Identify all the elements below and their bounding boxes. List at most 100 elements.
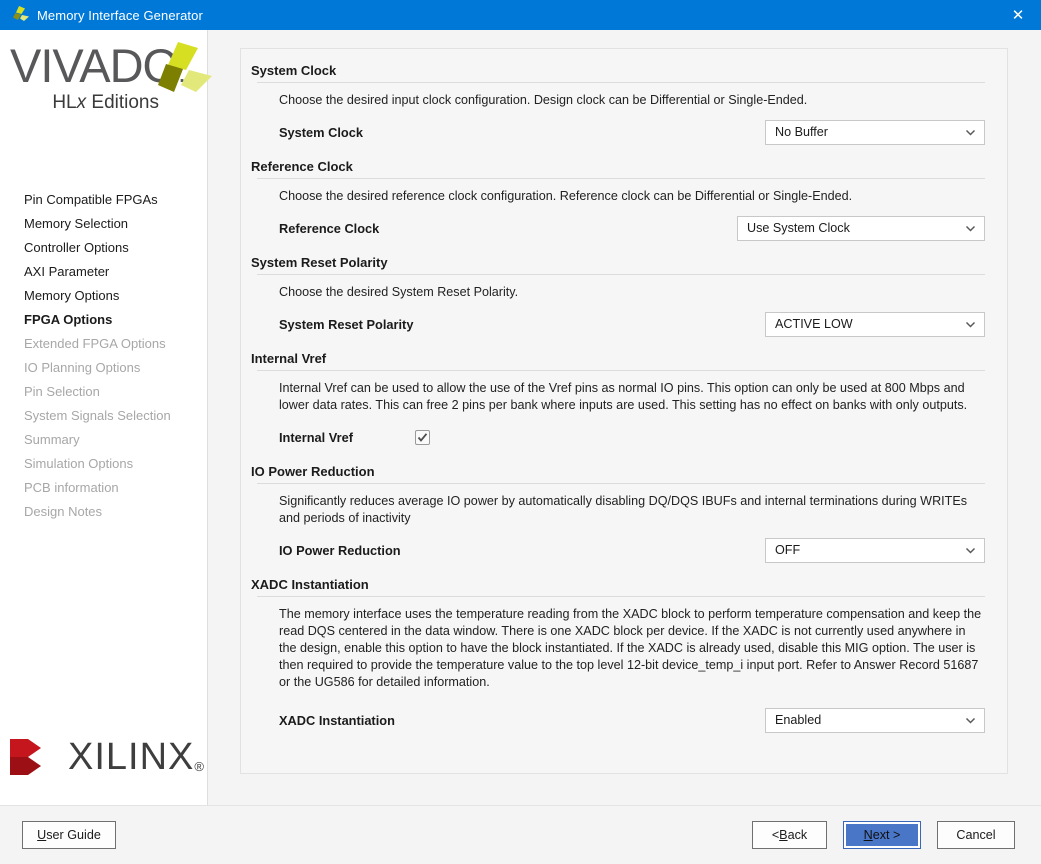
vivado-subtitle-pre: HL (52, 92, 77, 113)
field-label-io-power-reduction: IO Power Reduction (279, 542, 401, 558)
select-value-xadc-instantiation: Enabled (775, 713, 822, 727)
sidebar-item-simulation-options: Simulation Options (24, 456, 134, 471)
user-guide-accel: U (37, 828, 47, 842)
field-control-internal-vref (414, 429, 430, 445)
checkbox-internal-vref[interactable] (414, 429, 430, 445)
xilinx-wordmark: XILINX® (68, 738, 205, 776)
sidebar-item-pcb-information: PCB information (24, 480, 119, 495)
section-description-xadc-instantiation: The memory interface uses the temperatur… (279, 607, 982, 689)
window-body: VIVADO. HLx Editions Pin Compatible FPGA… (0, 30, 1041, 805)
field-control-xadc-instantiation: Enabled (765, 707, 985, 733)
window-titlebar: Memory Interface Generator ✕ (0, 0, 1041, 30)
next-accel: N (863, 828, 873, 842)
sidebar-item-memory-selection[interactable]: Memory Selection (0, 212, 207, 236)
chevron-down-icon (964, 222, 977, 235)
cancel-button[interactable]: Cancel (937, 821, 1015, 849)
window-title: Memory Interface Generator (37, 7, 203, 23)
section-description-reference-clock: Choose the desired reference clock confi… (279, 189, 853, 203)
select-io-power-reduction[interactable]: OFF (765, 537, 985, 563)
wizard-sidebar: VIVADO. HLx Editions Pin Compatible FPGA… (0, 30, 212, 805)
section-title-system-reset-polarity: System Reset Polarity (251, 255, 388, 270)
field-control-io-power-reduction: OFF (765, 537, 985, 563)
field-label-internal-vref: Internal Vref (279, 429, 353, 445)
section-body-xadc-instantiation: The memory interface uses the temperatur… (249, 597, 991, 733)
field-system-clock: System Clock No Buffer (279, 119, 985, 145)
section-system-clock: System Clock Choose the desired input cl… (249, 63, 991, 145)
section-body-reference-clock: Choose the desired reference clock confi… (249, 179, 991, 241)
field-xadc-instantiation: XADC Instantiation Enabled (279, 707, 985, 733)
user-guide-post: ser Guide (46, 828, 101, 842)
user-guide-button[interactable]: User Guide (22, 821, 116, 849)
footer-actions: < Back Next > Cancel (752, 821, 1015, 849)
section-reference-clock: Reference Clock Choose the desired refer… (249, 159, 991, 241)
sidebar-item-io-planning-options: IO Planning Options (24, 360, 141, 375)
field-reference-clock: Reference Clock Use System Clock (279, 215, 985, 241)
select-value-system-clock: No Buffer (775, 125, 828, 139)
section-body-internal-vref: Internal Vref can be used to allow the u… (249, 371, 991, 450)
back-post: ack (787, 828, 808, 842)
section-internal-vref: Internal Vref Internal Vref can be used … (249, 351, 991, 450)
section-description-internal-vref: Internal Vref can be used to allow the u… (279, 381, 968, 412)
sidebar-item-fpga-options[interactable]: FPGA Options (0, 308, 207, 332)
field-io-power-reduction: IO Power Reduction OFF (279, 537, 985, 563)
field-label-system-clock: System Clock (279, 124, 363, 140)
chevron-down-icon (964, 714, 977, 727)
sidebar-item-controller-options[interactable]: Controller Options (0, 236, 207, 260)
sidebar-item-system-signals-selection: System Signals Selection (24, 408, 171, 423)
select-reference-clock[interactable]: Use System Clock (737, 215, 985, 241)
xilinx-mark-icon (8, 735, 56, 779)
section-body-io-power-reduction: Significantly reduces average IO power b… (249, 484, 991, 563)
sidebar-item-extended-fpga-options: Extended FPGA Options (24, 336, 166, 351)
field-system-reset-polarity: System Reset Polarity ACTIVE LOW (279, 311, 985, 337)
select-system-reset-polarity[interactable]: ACTIVE LOW (765, 311, 985, 337)
field-label-xadc-instantiation: XADC Instantiation (279, 712, 395, 728)
chevron-down-icon (964, 544, 977, 557)
sidebar-item-design-notes: Design Notes (24, 504, 103, 519)
field-label-reference-clock: Reference Clock (279, 220, 380, 236)
xilinx-logo: XILINX® (0, 735, 207, 805)
section-system-reset-polarity: System Reset Polarity Choose the desired… (249, 255, 991, 337)
section-title-system-clock: System Clock (251, 63, 337, 78)
sidebar-item-pin-selection: Pin Selection (24, 384, 100, 399)
chevron-down-icon (964, 318, 977, 331)
vivado-pinwheel-logo-icon (148, 40, 214, 98)
section-description-io-power-reduction: Significantly reduces average IO power b… (279, 494, 968, 525)
vivado-pinwheel-icon (8, 5, 30, 25)
sidebar-item-axi-parameter[interactable]: AXI Parameter (0, 260, 207, 284)
sidebar-item-pin-compatible-fpgas[interactable]: Pin Compatible FPGAs (0, 188, 207, 212)
xilinx-word-text: XILINX (68, 736, 195, 778)
section-title-io-power-reduction: IO Power Reduction (251, 464, 375, 479)
back-pre: < (771, 828, 780, 842)
fpga-options-panel: System Clock Choose the desired input cl… (240, 48, 1008, 774)
back-button[interactable]: < Back (752, 821, 827, 849)
select-system-clock[interactable]: No Buffer (765, 119, 985, 145)
close-icon[interactable]: ✕ (995, 0, 1041, 30)
wizard-nav: Pin Compatible FPGAs Memory Selection Co… (0, 188, 207, 524)
select-xadc-instantiation[interactable]: Enabled (765, 707, 985, 733)
section-body-system-clock: Choose the desired input clock configura… (249, 83, 991, 145)
field-control-system-reset-polarity: ACTIVE LOW (765, 311, 985, 337)
sidebar-item-memory-options[interactable]: Memory Options (0, 284, 207, 308)
field-control-system-clock: No Buffer (765, 119, 985, 145)
vivado-subtitle-italic: x (76, 92, 87, 113)
select-value-system-reset-polarity: ACTIVE LOW (775, 317, 853, 331)
field-internal-vref: Internal Vref (279, 424, 985, 450)
section-body-system-reset-polarity: Choose the desired System Reset Polarity… (249, 275, 991, 337)
vivado-logo: VIVADO. HLx Editions (0, 30, 212, 150)
back-accel: B (779, 828, 788, 842)
next-post: ext > (872, 828, 901, 842)
chevron-down-icon (964, 126, 977, 139)
field-control-reference-clock: Use System Clock (737, 215, 985, 241)
window-shell: VIVADO. HLx Editions Pin Compatible FPGA… (0, 30, 1041, 864)
select-value-io-power-reduction: OFF (775, 543, 801, 557)
sidebar-item-summary: Summary (24, 432, 80, 447)
wizard-footer: User Guide < Back Next > Cancel (0, 805, 1041, 864)
section-description-system-clock: Choose the desired input clock configura… (279, 93, 808, 107)
wizard-content: System Clock Choose the desired input cl… (208, 30, 1041, 805)
section-io-power-reduction: IO Power Reduction Significantly reduces… (249, 464, 991, 563)
section-title-xadc-instantiation: XADC Instantiation (251, 577, 369, 592)
xilinx-registered-mark: ® (194, 759, 205, 774)
select-value-reference-clock: Use System Clock (747, 221, 850, 235)
section-xadc-instantiation: XADC Instantiation The memory interface … (249, 577, 991, 733)
next-button[interactable]: Next > (843, 821, 921, 849)
